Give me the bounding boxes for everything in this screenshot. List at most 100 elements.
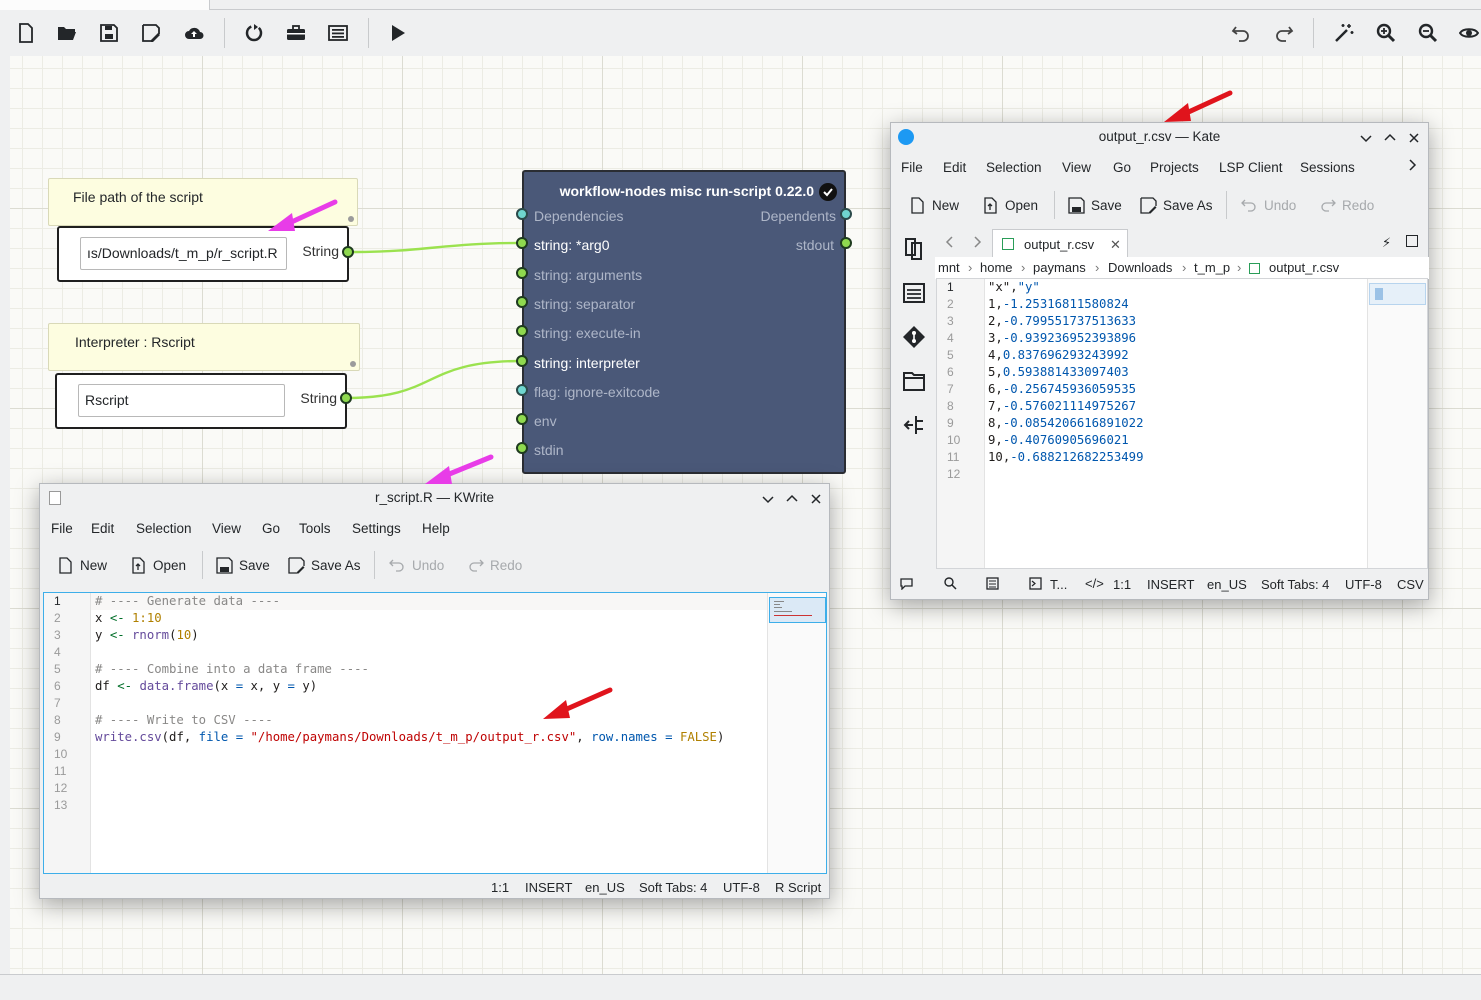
menu-view[interactable]: View [1062,160,1091,175]
tab-output-csv[interactable]: output_r.csv ✕ [992,229,1128,259]
menu-go[interactable]: Go [1113,160,1131,175]
close-button[interactable] [1405,129,1423,147]
menu-selection[interactable]: Selection [986,160,1042,175]
run-script-node[interactable]: workflow-nodes misc run-script 0.22.0 De… [522,170,846,474]
crumb-tmp[interactable]: t_m_p [1194,260,1230,275]
crumb-home[interactable]: home [980,260,1013,275]
menu-file[interactable]: File [901,160,923,175]
menu-go[interactable]: Go [262,521,280,536]
terminal-label[interactable]: T... [1050,577,1067,592]
input-port[interactable] [516,442,528,454]
output-port[interactable] [340,392,352,404]
dictionary[interactable]: en_US [585,880,625,895]
save-as-button[interactable]: Save As [288,554,361,576]
new-button[interactable]: New [909,194,959,216]
undo-button[interactable]: Undo [389,554,444,576]
back-icon[interactable] [945,235,955,252]
input-port[interactable] [516,267,528,279]
split-view-icon[interactable] [1406,235,1418,247]
menu-tools[interactable]: Tools [299,521,331,536]
new-button[interactable]: New [57,554,107,576]
terminal-icon[interactable] [1029,577,1042,593]
folder-icon[interactable] [902,369,926,396]
close-button[interactable] [807,490,825,508]
comment-icon[interactable] [900,578,913,593]
line-number-gutter: 1 234 567 8 9 10 11 12 13 [44,593,91,873]
input-port[interactable] [516,208,528,220]
crumb-file[interactable]: output_r.csv [1269,260,1339,275]
menu-edit[interactable]: Edit [943,160,966,175]
minimize-button[interactable] [759,490,777,508]
input-port[interactable] [516,325,528,337]
close-tab-icon[interactable]: ✕ [1110,237,1121,253]
path-input[interactable]: ıs/Downloads/t_m_p/r_script.R [80,237,287,270]
documents-icon[interactable] [902,237,926,264]
dictionary[interactable]: en_US [1207,577,1247,592]
save-button[interactable]: Save [1068,194,1122,216]
encoding[interactable]: UTF-8 [723,880,760,895]
output-port[interactable] [840,208,852,220]
minimap[interactable] [767,593,826,873]
list-icon[interactable] [986,577,999,593]
forward-icon[interactable] [972,235,982,252]
crumb-paymans[interactable]: paymans [1033,260,1086,275]
encoding[interactable]: UTF-8 [1345,577,1382,592]
redo-button[interactable]: Redo [1319,194,1374,216]
menu-settings[interactable]: Settings [352,521,401,536]
resize-grip[interactable] [348,216,354,222]
menu-selection[interactable]: Selection [136,521,192,536]
note-script-path[interactable]: File path of the script [48,178,358,226]
save-button[interactable]: Save [216,554,270,576]
syntax-mode[interactable]: CSV [1397,577,1424,592]
string-node-path[interactable]: ıs/Downloads/t_m_p/r_script.R String [57,226,349,282]
code-icon[interactable]: </> [1085,576,1104,591]
chevron-right-icon[interactable] [1408,158,1418,175]
crumb-downloads[interactable]: Downloads [1108,260,1172,275]
open-button[interactable]: Open [130,554,186,576]
string-node-interpreter[interactable]: Rscript String [55,373,347,429]
indentation[interactable]: Soft Tabs: 4 [639,880,707,895]
output-port[interactable] [342,246,354,258]
diff-icon[interactable] [902,413,926,440]
search-icon[interactable] [944,577,957,593]
minimize-button[interactable] [1357,129,1375,147]
resize-grip[interactable] [350,361,356,367]
menu-edit[interactable]: Edit [91,521,114,536]
menu-lsp-client[interactable]: LSP Client [1219,160,1283,175]
note-text: File path of the script [73,189,203,205]
cursor-position[interactable]: 1:1 [491,880,509,895]
pin-arg0: string: *arg0 [534,237,610,253]
syntax-mode[interactable]: R Script [775,880,821,895]
input-mode[interactable]: INSERT [525,880,572,895]
cursor-position[interactable]: 1:1 [1113,577,1131,592]
menu-file[interactable]: File [51,521,73,536]
input-port[interactable] [516,384,528,396]
crumb-mnt[interactable]: mnt [938,260,960,275]
maximize-button[interactable] [783,490,801,508]
save-as-button[interactable]: Save As [1140,194,1213,216]
input-port[interactable] [516,355,528,367]
code-editor[interactable]: 1 234 567 8 9 10 11 12 "x","y" 1,-1.2531681… [936,278,1428,569]
undo-button[interactable]: Undo [1241,194,1296,216]
open-button[interactable]: Open [982,194,1038,216]
new-file-icon [59,556,72,574]
maximize-button[interactable] [1381,129,1399,147]
code-editor[interactable]: 1 234 567 8 9 10 11 12 13 # ---- Generate da… [43,592,827,874]
redo-button[interactable]: Redo [467,554,522,576]
input-mode[interactable]: INSERT [1147,577,1194,592]
indentation[interactable]: Soft Tabs: 4 [1261,577,1329,592]
input-port[interactable] [516,237,528,249]
symbols-icon[interactable] [902,281,926,308]
menu-view[interactable]: View [212,521,241,536]
input-port[interactable] [516,296,528,308]
minimap[interactable] [1367,279,1427,568]
note-interpreter[interactable]: Interpreter : Rscript [48,323,360,371]
output-port[interactable] [840,237,852,249]
input-port[interactable] [516,413,528,425]
git-icon[interactable] [902,325,926,352]
menu-projects[interactable]: Projects [1150,160,1199,175]
interpreter-input[interactable]: Rscript [78,384,285,417]
menu-help[interactable]: Help [422,521,450,536]
menu-sessions[interactable]: Sessions [1300,160,1355,175]
quick-open-icon[interactable]: ⚡ [1382,235,1391,251]
